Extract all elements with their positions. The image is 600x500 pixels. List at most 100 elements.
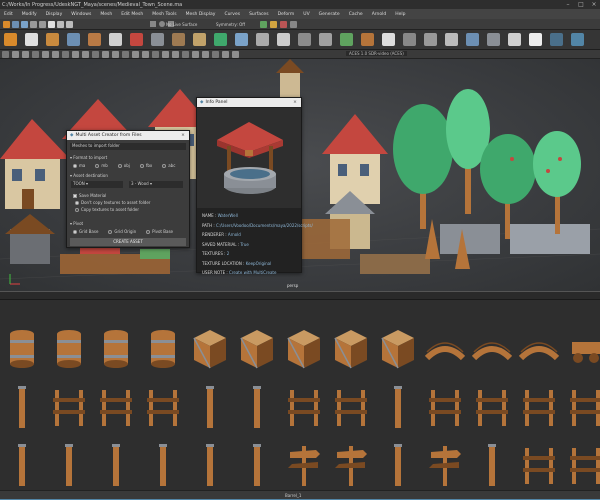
menu-item-arnold[interactable]: Arnold: [372, 12, 387, 17]
asset-tile[interactable]: [143, 438, 183, 490]
ao-icon[interactable]: [172, 51, 179, 58]
close-icon[interactable]: ×: [289, 98, 301, 107]
asset-tile[interactable]: [519, 380, 559, 432]
menu-item-cache[interactable]: Cache: [349, 12, 363, 17]
dest-subfolder-dropdown[interactable]: 3 - Wood ▾: [129, 181, 183, 188]
new-scene-icon[interactable]: [3, 21, 10, 28]
sphere-icon[interactable]: [4, 33, 17, 46]
uv-editor-icon[interactable]: [298, 33, 311, 46]
asset-tile[interactable]: [378, 438, 418, 490]
asset-tile[interactable]: [519, 438, 559, 490]
exposure-icon[interactable]: [222, 51, 229, 58]
option-checkbox[interactable]: Save Material: [73, 193, 106, 198]
freeze-icon[interactable]: [361, 33, 374, 46]
option-radio[interactable]: Don't copy textures to asset folder: [75, 200, 150, 205]
renderer-icon[interactable]: [42, 51, 49, 58]
cylinder-icon[interactable]: [46, 33, 59, 46]
separate-icon[interactable]: [235, 33, 248, 46]
maximize-icon[interactable]: □: [575, 0, 587, 9]
menu-item-mesh-display[interactable]: Mesh Display: [186, 12, 216, 17]
asset-tile[interactable]: [425, 438, 465, 490]
camera-icon[interactable]: [466, 33, 479, 46]
xray-icon[interactable]: [202, 51, 209, 58]
pivot-radio-pivot-base[interactable]: Pivot Base: [146, 229, 173, 234]
smooth-shade-icon[interactable]: [132, 51, 139, 58]
live-surface-label[interactable]: No Live Surface: [166, 22, 197, 27]
select-tool-icon[interactable]: [48, 21, 55, 28]
minimize-icon[interactable]: –: [562, 0, 574, 9]
asset-tile[interactable]: [472, 438, 512, 490]
panels-icon[interactable]: [52, 51, 59, 58]
view-icon[interactable]: [2, 51, 9, 58]
menu-item-windows[interactable]: Windows: [71, 12, 91, 17]
textured-icon[interactable]: [142, 51, 149, 58]
delete-history-icon[interactable]: [382, 33, 395, 46]
shadows-icon[interactable]: [162, 51, 169, 58]
snap-curve-icon[interactable]: [159, 21, 165, 27]
menu-item-generate[interactable]: Generate: [319, 12, 340, 17]
paint-select-icon[interactable]: [66, 21, 73, 28]
asset-tile[interactable]: [566, 322, 600, 374]
folder-path-field[interactable]: Meshes to import folder: [70, 143, 186, 150]
asset-tile[interactable]: [237, 322, 277, 374]
asset-tile[interactable]: [237, 380, 277, 432]
option-radio[interactable]: Copy textures to asset folder: [75, 207, 139, 212]
format-radio-fbx[interactable]: fbx: [139, 163, 152, 168]
lasso-tool-icon[interactable]: [57, 21, 64, 28]
torus-icon[interactable]: [88, 33, 101, 46]
pivot-radio-grid-origin[interactable]: Grid Origin: [108, 229, 136, 234]
render-icon[interactable]: [260, 21, 267, 28]
bookmark-icon[interactable]: [72, 51, 79, 58]
asset-tile[interactable]: [190, 380, 230, 432]
hypershade-icon[interactable]: [290, 21, 297, 28]
menu-item-surfaces[interactable]: Surfaces: [249, 12, 269, 17]
asset-tile[interactable]: [378, 380, 418, 432]
asset-tile[interactable]: [190, 438, 230, 490]
menu-item-uv[interactable]: UV: [303, 12, 309, 17]
cube-icon[interactable]: [25, 33, 38, 46]
asset-tile[interactable]: [143, 380, 183, 432]
format-radio-obj[interactable]: obj: [117, 163, 130, 168]
snap-icon[interactable]: [340, 33, 353, 46]
format-radio-abc[interactable]: abc: [162, 163, 175, 168]
light-icon[interactable]: [487, 33, 500, 46]
xray-joints-icon[interactable]: [212, 51, 219, 58]
render-settings-icon[interactable]: [280, 21, 287, 28]
asset-tile[interactable]: [237, 438, 277, 490]
bevel-icon[interactable]: [151, 33, 164, 46]
asset-tile[interactable]: [143, 322, 183, 374]
ipr-render-icon[interactable]: [270, 21, 277, 28]
close-icon[interactable]: ×: [177, 131, 189, 140]
redo-icon[interactable]: [39, 21, 46, 28]
asset-tile[interactable]: [284, 438, 324, 490]
combine-icon[interactable]: [214, 33, 227, 46]
grid-toggle-icon[interactable]: [92, 51, 99, 58]
asset-tile[interactable]: [96, 438, 136, 490]
asset-tile[interactable]: [2, 438, 42, 490]
format-radio-ma[interactable]: ma: [73, 163, 85, 168]
lights-icon[interactable]: [152, 51, 159, 58]
asset-tile[interactable]: [566, 438, 600, 490]
create-asset-button[interactable]: CREATE ASSET: [70, 238, 186, 246]
asset-tile[interactable]: [518, 322, 560, 374]
render-view-icon[interactable]: [529, 33, 542, 46]
panel-splitter[interactable]: [0, 291, 600, 300]
arnold-icon[interactable]: [571, 33, 584, 46]
format-radio-mb[interactable]: mb: [95, 163, 108, 168]
pivot-icon[interactable]: [319, 33, 332, 46]
asset-tile[interactable]: [331, 380, 371, 432]
menu-item-mesh-tools[interactable]: Mesh Tools: [152, 12, 176, 17]
save-scene-icon[interactable]: [21, 21, 28, 28]
open-scene-icon[interactable]: [12, 21, 19, 28]
asset-tile[interactable]: [190, 322, 230, 374]
menu-item-mesh[interactable]: Mesh: [100, 12, 112, 17]
merge-icon[interactable]: [193, 33, 206, 46]
asset-tile[interactable]: [49, 380, 89, 432]
resolution-gate-icon[interactable]: [112, 51, 119, 58]
asset-tile[interactable]: [96, 380, 136, 432]
asset-tile[interactable]: [284, 322, 324, 374]
asset-tile[interactable]: [2, 322, 42, 374]
menu-item-display[interactable]: Display: [46, 12, 63, 17]
asset-tile[interactable]: [472, 380, 512, 432]
asset-tile[interactable]: [425, 380, 465, 432]
